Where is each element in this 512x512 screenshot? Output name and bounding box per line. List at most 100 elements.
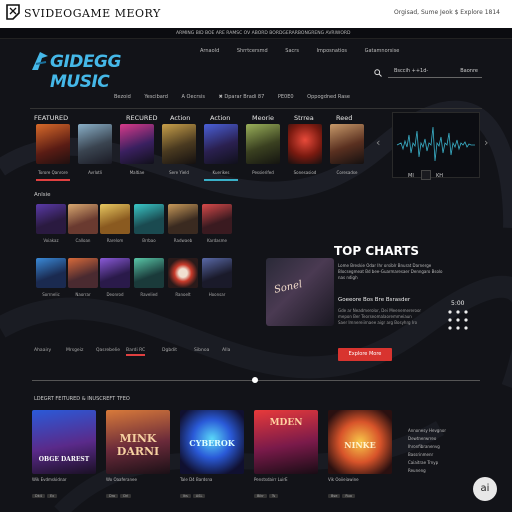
- album-action-button[interactable]: Ts: [268, 494, 279, 498]
- carousel-knob[interactable]: [252, 377, 258, 383]
- album-action-button[interactable]: Dro: [106, 494, 119, 498]
- search-icon[interactable]: [374, 69, 382, 77]
- tab-item[interactable]: Dgbdit: [162, 348, 177, 353]
- top-meta[interactable]: Orgisad, Sume Jeok $ Explore 1814: [394, 9, 500, 16]
- card-caption: Sonesasiod: [293, 170, 317, 175]
- featured-card[interactable]: [330, 124, 364, 164]
- card-caption: Sere Yield: [169, 170, 189, 175]
- genre-nav: Bezoid Yescibard A Oecrsis ✖ Dparar Brad…: [114, 94, 362, 100]
- card-caption: Avrlotli: [88, 170, 102, 175]
- chevron-right-icon[interactable]: ›: [484, 136, 488, 149]
- prev-track-button[interactable]: MI: [408, 173, 414, 179]
- tab-item[interactable]: Alla: [222, 348, 230, 353]
- side-list-item[interactable]: Dewtnerwrreo: [408, 436, 468, 444]
- next-track-button[interactable]: KH: [436, 173, 443, 179]
- top-chart-blurb: Lome Breskie Odar Ihr orsiblr Bnurat Dar…: [338, 263, 443, 280]
- genre-item[interactable]: Oppogdned Rase: [307, 94, 350, 100]
- featured-card[interactable]: [288, 124, 322, 164]
- genre-item[interactable]: Yescibard: [144, 94, 168, 100]
- active-underline: [36, 179, 70, 181]
- ai-badge: ai: [473, 477, 497, 501]
- card-caption: Torore Qanrore: [38, 170, 68, 175]
- grid-tile[interactable]: [68, 258, 98, 288]
- featured-card[interactable]: [246, 124, 280, 164]
- grid-tile[interactable]: [168, 204, 198, 234]
- search-placeholder: Bsccih ++1d-: [394, 68, 429, 74]
- genre-item[interactable]: Bezoid: [114, 94, 131, 100]
- featured-heading: RECURED: [126, 114, 158, 122]
- featured-heading: Action: [210, 114, 231, 122]
- album-card[interactable]: OBGE DAREST: [32, 410, 96, 474]
- tile-caption: Calloan: [75, 238, 91, 243]
- tile-caption: Hoonsar: [208, 292, 226, 297]
- tab-item[interactable]: Ahaairy: [34, 348, 51, 353]
- featured-heading: Reed: [336, 114, 353, 122]
- album-action-button[interactable]: Bse: [328, 494, 341, 498]
- side-list-item[interactable]: Annonesy Hevgnor: [408, 428, 468, 436]
- grid-tile[interactable]: [68, 204, 98, 234]
- album-action-button[interactable]: Drl: [120, 494, 132, 498]
- tile-caption: Sorrnelic: [42, 292, 60, 297]
- explore-more-button[interactable]: Explore More: [338, 348, 392, 361]
- track-duration: 5:00: [451, 300, 465, 307]
- side-list-item[interactable]: Bassrinmenr: [408, 452, 468, 460]
- genre-item[interactable]: A Oecrsis: [182, 94, 205, 100]
- side-list-item[interactable]: Reuneng: [408, 468, 468, 476]
- side-list-item[interactable]: Ihronfibranenvg: [408, 444, 468, 452]
- featured-heading: Strrea: [294, 114, 314, 122]
- site-logo[interactable]: GIDEGG MUSIC: [30, 50, 180, 92]
- genre-item[interactable]: PE0E0: [278, 94, 294, 100]
- grid-tile[interactable]: [100, 204, 130, 234]
- featured-card[interactable]: [78, 124, 112, 164]
- grid-tile[interactable]: [134, 258, 164, 288]
- featured-card[interactable]: [36, 124, 70, 164]
- top-charts-title: TOP CHARTS: [334, 244, 420, 258]
- tab-item[interactable]: Mrsgeiz: [66, 348, 83, 353]
- search-button[interactable]: Baonre: [460, 68, 478, 74]
- album-art-text: OBGE DAREST: [38, 456, 90, 463]
- nav-item[interactable]: Gatamnorsise: [365, 48, 400, 54]
- grid-tile[interactable]: [36, 258, 66, 288]
- grid-dots-icon[interactable]: [447, 309, 469, 331]
- grid-tile[interactable]: [202, 204, 232, 234]
- divider: [30, 108, 482, 109]
- nav-item[interactable]: Shrrtcersmd: [237, 48, 268, 54]
- nav-item[interactable]: Sacrs: [285, 48, 299, 54]
- grid-tile[interactable]: [100, 258, 130, 288]
- nav-item[interactable]: Arnaold: [200, 48, 219, 54]
- music-logo-icon: [32, 52, 48, 70]
- search-input[interactable]: Bsccih ++1d- Baonre: [388, 66, 482, 78]
- top-chart-subtitle: Goeeore Bos Bre Bsrasder: [338, 297, 411, 303]
- tab-item[interactable]: Qasrebelie: [96, 348, 120, 353]
- album-action-button[interactable]: ASL: [192, 494, 206, 498]
- grid-tile[interactable]: [134, 204, 164, 234]
- chevron-left-icon[interactable]: ‹: [376, 136, 380, 149]
- grid-tile[interactable]: [202, 258, 232, 288]
- side-list-item[interactable]: Caiaitrae Trnyp: [408, 460, 468, 468]
- album-card[interactable]: NINKE: [328, 410, 392, 474]
- featured-card[interactable]: [204, 124, 238, 164]
- grid-tile[interactable]: [168, 258, 198, 288]
- tab-item[interactable]: Sibnoa: [194, 348, 209, 353]
- album-card[interactable]: MDEN: [254, 410, 318, 474]
- top-chart-cover-text: Sonel: [273, 279, 304, 296]
- grid-tile[interactable]: [36, 204, 66, 234]
- play-toggle[interactable]: [421, 170, 431, 180]
- tile-caption: Naorrar: [75, 292, 91, 297]
- genre-item[interactable]: ✖ Dparar Bradi 87: [219, 94, 265, 100]
- top-chart-cover[interactable]: Sonel: [266, 258, 334, 326]
- featured-card[interactable]: [120, 124, 154, 164]
- album-action-button[interactable]: Ex: [46, 494, 58, 498]
- logo-text: GIDEGG MUSIC: [50, 52, 121, 92]
- album-action-button[interactable]: Ruo: [342, 494, 356, 498]
- tab-item-active[interactable]: Bardi RC: [126, 348, 146, 356]
- album-card[interactable]: CYBEROK: [180, 410, 244, 474]
- album-action-button[interactable]: Iks: [180, 494, 191, 498]
- album-card[interactable]: MINK DARNI: [106, 410, 170, 474]
- tile-caption: Ravelied: [140, 292, 158, 297]
- album-action-button[interactable]: Dk4: [32, 494, 45, 498]
- featured-card[interactable]: [162, 124, 196, 164]
- nav-item[interactable]: Imposnatios: [317, 48, 347, 54]
- album-action-button[interactable]: Bikr: [254, 494, 267, 498]
- tile-caption: Brrbao: [142, 238, 156, 243]
